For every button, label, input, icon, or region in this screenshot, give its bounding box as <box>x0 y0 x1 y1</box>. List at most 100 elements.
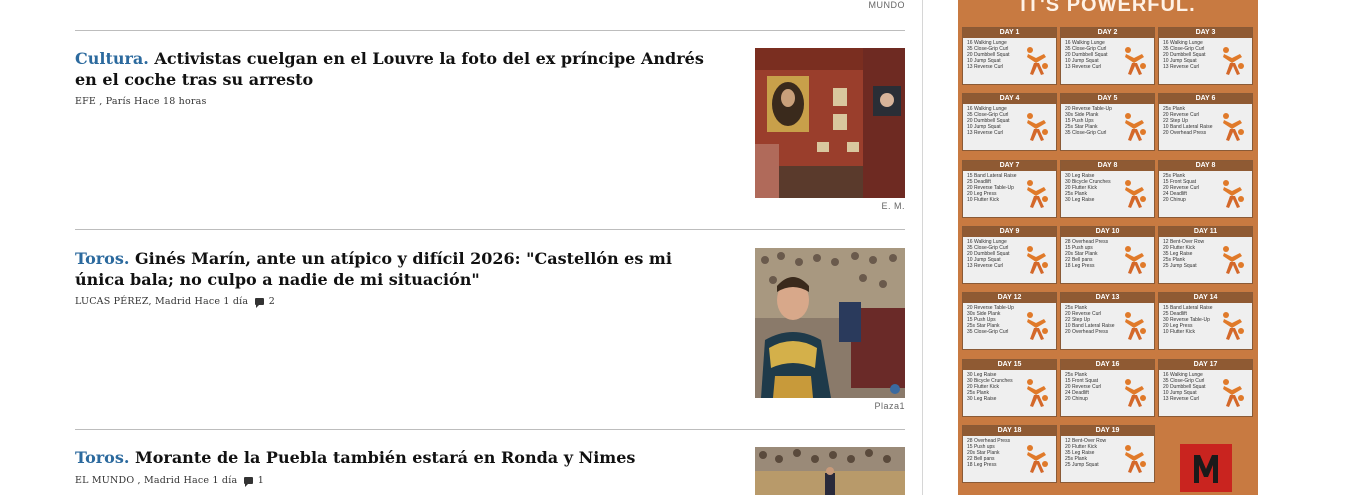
news-list: MUNDO Cultura. Activistas cuelgan en el … <box>75 0 905 495</box>
article-kicker[interactable]: Toros. <box>75 249 129 268</box>
ad-exercise-list: 16 Walking Lunge 35 Close-Grip Curl 20 Dum… <box>963 104 1019 136</box>
ad-day-card: DAY 12 20 Reverse Table-Up 30s Side Plank 1… <box>962 292 1057 350</box>
ad-exercise-figure <box>1027 379 1048 407</box>
ad-day-label: DAY 5 <box>1061 94 1154 104</box>
ad-exercise-item: 10 Flutter Kick <box>967 197 999 203</box>
ad-exercise-figure <box>1125 113 1146 141</box>
article-title[interactable]: Ginés Marín, ante un atípico y difícil 2… <box>75 249 672 289</box>
advertisement[interactable]: IT'S POWERFUL. DAY 1 16 Walking Lunge 35 C… <box>958 0 1258 495</box>
ad-day-label: DAY 19 <box>1061 426 1154 436</box>
article-title[interactable]: Morante de la Puebla también estará en R… <box>135 448 635 467</box>
photo-credit: Plaza1 <box>874 401 905 411</box>
m-logo-icon[interactable] <box>1180 444 1232 492</box>
article-title[interactable]: Activistas cuelgan en el Louvre la foto … <box>75 49 704 89</box>
ad-day-card: DAY 3 16 Walking Lunge 35 Close-Grip Curl 2… <box>1158 27 1253 85</box>
ad-exercise-list: 16 Walking Lunge 35 Close-Grip Curl 20 Dum… <box>1159 370 1215 402</box>
comment-count[interactable]: 1 <box>258 475 264 486</box>
article-headline[interactable]: Toros. Ginés Marín, ante un atípico y di… <box>75 248 725 290</box>
byline-author: EL MUNDO , Madrid <box>75 475 181 486</box>
comment-icon[interactable] <box>254 298 264 308</box>
ad-exercise-item: 30 Leg Raise <box>1065 197 1095 203</box>
ad-exercise-item: 20 Overhead Press <box>1065 329 1109 335</box>
ad-day-card: DAY 14 15 Band Lateral Raise 25 Deadlift 30… <box>1158 292 1253 350</box>
ad-exercise-list: 16 Walking Lunge 35 Close-Grip Curl 20 Dum… <box>963 237 1019 269</box>
byline-author: EFE , París <box>75 96 131 107</box>
ad-day-card: DAY 4 16 Walking Lunge 35 Close-Grip Curl 2… <box>962 93 1057 151</box>
article-headline[interactable]: Toros. Morante de la Puebla también esta… <box>75 447 725 468</box>
ad-exercise-figure <box>1125 180 1146 208</box>
ad-day-card: DAY 9 16 Walking Lunge 35 Close-Grip Curl 2… <box>962 226 1057 284</box>
ad-day-label: DAY 1 <box>963 28 1056 38</box>
ad-exercise-item: 35 Close-Grip Curl <box>1065 130 1107 136</box>
ad-exercise-item: 30 Leg Raise <box>967 396 997 402</box>
comment-icon[interactable] <box>243 477 253 487</box>
ad-day-card: DAY 13 25s Plank 20 Reverse Curl 22 Step Up… <box>1060 292 1155 350</box>
ad-exercise-figure <box>1027 312 1048 340</box>
ad-exercise-list: 25s Plank 15 Front Squat 20 Reverse Curl 24… <box>1159 171 1215 203</box>
ad-day-label: DAY 14 <box>1159 293 1252 303</box>
ad-day-label: DAY 3 <box>1159 28 1252 38</box>
ad-exercise-list: 16 Walking Lunge 35 Close-Grip Curl 20 Dum… <box>1159 38 1215 70</box>
ad-exercise-list: 30 Leg Raise 30 Bicycle Crunches 20 Flutte… <box>963 370 1019 402</box>
ad-exercise-list: 30 Leg Raise 30 Bicycle Crunches 20 Flutte… <box>1061 171 1117 203</box>
ad-day-card: DAY 11 12 Bent-Over Row 20 Flutter Kick 35 … <box>1158 226 1253 284</box>
article-thumbnail[interactable] <box>755 447 905 495</box>
ad-day-card: DAY 16 25s Plank 15 Front Squat 20 Reverse … <box>1060 359 1155 417</box>
ad-exercise-list: 15 Band Lateral Raise 25 Deadlift 30 Rever… <box>1159 303 1215 335</box>
article-headline[interactable]: Cultura. Activistas cuelgan en el Louvre… <box>75 48 725 90</box>
ad-day-card: DAY 1 16 Walking Lunge 35 Close-Grip Curl 2… <box>962 27 1057 85</box>
ad-exercise-figure <box>1223 47 1244 75</box>
article-thumbnail[interactable] <box>755 248 905 398</box>
ad-day-card: DAY 18 28 Overhead Press 15 Push ups 20s St… <box>962 425 1057 483</box>
ad-day-card: DAY 8 25s Plank 15 Front Squat 20 Reverse C… <box>1158 160 1253 218</box>
ad-exercise-item: 20 Chinup <box>1065 396 1088 402</box>
ad-day-label: DAY 15 <box>963 360 1056 370</box>
divider <box>75 30 905 31</box>
ad-exercise-figure <box>1027 47 1048 75</box>
ad-title: IT'S POWERFUL. <box>1020 0 1196 16</box>
m-logo-glyph <box>1194 455 1218 483</box>
byline-time: Hace 1 día <box>183 475 238 486</box>
comment-count[interactable]: 2 <box>269 296 275 307</box>
ad-day-label: DAY 4 <box>963 94 1056 104</box>
ad-exercise-list: 20 Reverse Table-Up 30s Side Plank 15 Push… <box>963 303 1019 335</box>
byline-time: Hace 1 día <box>194 296 249 307</box>
ad-exercise-list: 12 Bent-Over Row 20 Flutter Kick 35 Leg Ra… <box>1061 436 1117 468</box>
ad-day-card: DAY 5 20 Reverse Table-Up 30s Side Plank 15… <box>1060 93 1155 151</box>
ad-exercise-figure <box>1223 246 1244 274</box>
article-byline: EL MUNDO , Madrid Hace 1 día 1 <box>75 475 264 487</box>
divider <box>75 429 905 430</box>
byline-time: Hace 18 horas <box>134 96 207 107</box>
ad-exercise-figure <box>1027 246 1048 274</box>
ad-day-label: DAY 8 <box>1159 161 1252 171</box>
ad-exercise-figure <box>1027 113 1048 141</box>
louvre-photo <box>755 48 905 198</box>
ad-exercise-list: 25s Plank 20 Reverse Curl 22 Step Up 10 Ban… <box>1061 303 1117 335</box>
ad-day-label: DAY 7 <box>963 161 1056 171</box>
ad-exercise-figure <box>1027 445 1048 473</box>
bullfighter-photo <box>755 248 905 398</box>
ad-day-card: DAY 10 28 Overhead Press 15 Push ups 20s St… <box>1060 226 1155 284</box>
article-thumbnail[interactable] <box>755 48 905 198</box>
ad-day-card: DAY 15 30 Leg Raise 30 Bicycle Crunches 20 … <box>962 359 1057 417</box>
ad-exercise-figure <box>1125 47 1146 75</box>
ad-exercise-item: 13 Reverse Curl <box>967 130 1004 136</box>
ad-exercise-list: 25s Plank 20 Reverse Curl 22 Step Up 10 Ban… <box>1159 104 1215 136</box>
column-divider <box>922 0 923 495</box>
ad-exercise-figure <box>1027 180 1048 208</box>
ad-exercise-list: 16 Walking Lunge 35 Close-Grip Curl 20 Dum… <box>1061 38 1117 70</box>
ad-exercise-list: 28 Overhead Press 15 Push ups 20s Star Pla… <box>963 436 1019 468</box>
ad-day-label: DAY 11 <box>1159 227 1252 237</box>
divider <box>75 229 905 230</box>
ad-exercise-item: 13 Reverse Curl <box>1163 396 1200 402</box>
ad-exercise-item: 20 Overhead Press <box>1163 130 1207 136</box>
ad-day-label: DAY 17 <box>1159 360 1252 370</box>
ad-exercise-item: 13 Reverse Curl <box>1163 64 1200 70</box>
article-byline: EFE , París Hace 18 horas <box>75 96 207 107</box>
article-byline: LUCAS PÉREZ, Madrid Hace 1 día 2 <box>75 296 275 308</box>
ad-exercise-item: 35 Close-Grip Curl <box>967 329 1009 335</box>
ad-exercise-list: 28 Overhead Press 15 Push ups 20s Star Pla… <box>1061 237 1117 269</box>
article-kicker[interactable]: Toros. <box>75 448 129 467</box>
article-kicker[interactable]: Cultura. <box>75 49 149 68</box>
ad-exercise-item: 25 Jump Squat <box>1163 263 1197 269</box>
